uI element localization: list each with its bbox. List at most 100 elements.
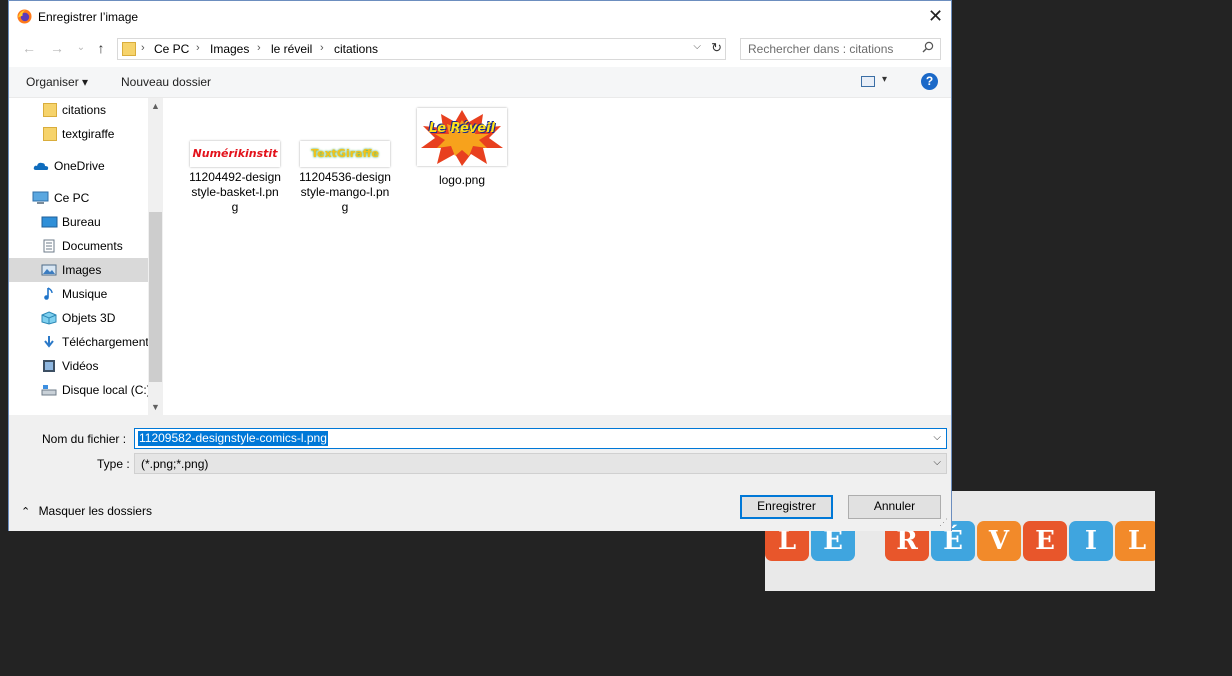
comic-burst-icon [421, 110, 503, 166]
breadcrumb-item[interactable]: Ce PC [154, 42, 189, 56]
sidebar-item-label: Vidéos [62, 359, 99, 373]
refresh-icon[interactable]: ↻ [711, 40, 722, 56]
file-name-line: g [341, 200, 349, 214]
preview-letter-tile: L [1115, 521, 1155, 561]
thumbnail-text: Numérikinstit [192, 147, 278, 160]
file-thumbnail: TextGiraffe [300, 141, 390, 167]
navigation-scrollbar[interactable]: ▲ ▼ [148, 98, 163, 415]
file-type-select[interactable]: (*.png;*.png) ⌵ [134, 453, 947, 474]
search-placeholder: Rechercher dans : citations [748, 42, 894, 56]
sidebar-item-objets-3d[interactable]: Objets 3D [9, 306, 148, 330]
preview-letter-tile: V [977, 521, 1021, 561]
sidebar-item-label: Musique [62, 287, 108, 301]
organize-button[interactable]: Organiser ▾ [26, 75, 88, 89]
hide-folders-toggle[interactable]: ⌃ Masquer les dossiers [21, 504, 152, 518]
sidebar-item-label: Documents [62, 239, 123, 253]
downloads-icon [44, 336, 54, 348]
file-name: logo.png [438, 173, 486, 187]
sidebar-item-label: Objets 3D [62, 311, 116, 325]
file-name-line: g [231, 200, 239, 214]
sidebar-item-textgiraffe[interactable]: textgiraffe [9, 122, 148, 146]
scrollbar-thumb[interactable] [149, 212, 162, 382]
command-bar: Organiser ▾ Nouveau dossier ▾ ? [9, 67, 951, 98]
scroll-up-icon[interactable]: ▲ [148, 101, 163, 111]
sidebar-item-label: Ce PC [54, 191, 90, 205]
breadcrumb-separator: › [320, 42, 324, 54]
file-type-dropdown-icon[interactable]: ⌵ [933, 457, 941, 468]
scroll-down-icon[interactable]: ▼ [148, 402, 163, 412]
thumbnail-text: Le Réveil [428, 121, 495, 136]
resize-grip-icon[interactable]: ⋰ [939, 517, 948, 528]
objects3d-icon [41, 311, 57, 325]
firefox-icon [17, 9, 32, 24]
drive-icon [41, 385, 57, 396]
sidebar-item-bureau[interactable]: Bureau [9, 210, 148, 234]
filename-value[interactable]: 11209582-designstyle-comics-l.png [138, 431, 328, 446]
sidebar-item-onedrive[interactable]: OneDrive [9, 154, 148, 178]
title-bar: Enregistrer l’image ✕ [9, 1, 951, 32]
file-name-line: 11204492-design [189, 170, 281, 184]
breadcrumb-item[interactable]: citations [334, 42, 378, 56]
preview-letter-tile: E [1023, 521, 1067, 561]
filename-input[interactable]: 11209582-designstyle-comics-l.png ⌵ [134, 428, 947, 449]
sidebar-item-label: Bureau [62, 215, 101, 229]
breadcrumb-separator: › [257, 42, 261, 54]
sidebar-item-musique[interactable]: Musique [9, 282, 148, 306]
sidebar-item-citations[interactable]: citations [9, 98, 148, 122]
sidebar-item-label: Disque local (C:) [62, 383, 151, 397]
sidebar-item-documents[interactable]: Documents [9, 234, 148, 258]
view-options-icon[interactable] [861, 76, 875, 87]
sidebar-item-label: textgiraffe [62, 127, 115, 141]
address-bar[interactable]: › Ce PC › Images › le réveil › citations… [117, 38, 726, 60]
file-thumbnail: Le Réveil [417, 108, 507, 166]
help-icon[interactable]: ? [921, 73, 938, 90]
filename-label: Nom du fichier : [42, 432, 127, 446]
hide-folders-label: Masquer les dossiers [38, 504, 152, 518]
recent-locations-button[interactable]: ⌄ [71, 38, 91, 58]
save-image-dialog: Enregistrer l’image ✕ ← → ⌄ ↑ › Ce PC › … [8, 0, 952, 531]
sidebar-item-label: citations [62, 103, 107, 117]
back-button[interactable]: ← [19, 38, 39, 58]
search-input[interactable]: Rechercher dans : citations [740, 38, 941, 60]
sidebar-item-label: OneDrive [54, 159, 105, 173]
filename-dropdown-icon[interactable]: ⌵ [933, 432, 941, 443]
new-folder-button[interactable]: Nouveau dossier [121, 75, 211, 89]
close-button[interactable]: ✕ [920, 1, 951, 32]
breadcrumb-item[interactable]: Images [210, 42, 249, 56]
desktop-icon [41, 216, 58, 228]
file-name-line: style-mango-l.pn [300, 185, 390, 199]
file-item[interactable]: TextGiraffe 11204536-design style-mango-… [295, 141, 395, 215]
thumbnail-text: TextGiraffe [300, 141, 390, 167]
documents-icon [43, 239, 55, 253]
close-icon: ✕ [927, 6, 944, 26]
save-form-panel: Nom du fichier : 11209582-designstyle-co… [9, 415, 951, 531]
view-dropdown-icon[interactable]: ▾ [882, 74, 887, 85]
file-item[interactable]: Le Réveil logo.png [412, 108, 512, 188]
folder-icon [122, 42, 136, 56]
address-dropdown-icon[interactable]: ⌵ [693, 41, 701, 52]
pictures-icon [41, 264, 57, 276]
file-thumbnail: Numérikinstit [190, 141, 280, 167]
folder-icon [43, 127, 57, 141]
file-name: 11204492-design style-basket-l.pn g [185, 170, 285, 215]
sidebar-item-disque-local[interactable]: Disque local (C:) [9, 378, 151, 402]
breadcrumb-separator: › [141, 42, 145, 54]
sidebar-item-images[interactable]: Images [9, 258, 148, 282]
onedrive-icon [33, 162, 49, 170]
forward-button[interactable]: → [47, 38, 67, 58]
navigation-bar: ← → ⌄ ↑ › Ce PC › Images › le réveil › c… [9, 35, 951, 63]
breadcrumb-item[interactable]: le réveil [271, 42, 312, 56]
file-item[interactable]: Numérikinstit 11204492-design style-bask… [185, 141, 285, 215]
type-label: Type : [97, 457, 130, 471]
save-button[interactable]: Enregistrer [740, 495, 833, 519]
sidebar-item-label: Images [62, 263, 102, 277]
cancel-button[interactable]: Annuler [848, 495, 941, 519]
sidebar-item-telechargement[interactable]: Téléchargement [9, 330, 149, 354]
sidebar-item-videos[interactable]: Vidéos [9, 354, 148, 378]
music-icon [44, 287, 53, 300]
breadcrumb-separator: › [196, 42, 200, 54]
up-button[interactable]: ↑ [91, 38, 111, 58]
search-icon [922, 41, 934, 53]
sidebar-item-ce-pc[interactable]: Ce PC [9, 186, 148, 210]
preview-letter-tile: I [1069, 521, 1113, 561]
